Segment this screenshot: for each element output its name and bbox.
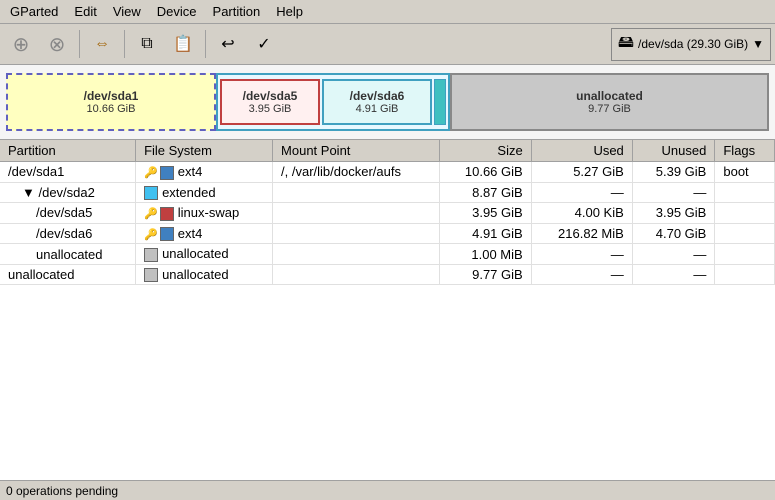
menu-partition[interactable]: Partition <box>207 2 267 21</box>
delete-button[interactable]: ⊗ <box>40 27 74 61</box>
cell-partition: /dev/sda1 <box>0 162 136 183</box>
toolbar: ⊕ ⊗ ⇔ ⧉ 📋 ↩ ✓ 🖴 /dev/sda (29.30 GiB) ▼ <box>0 24 775 65</box>
cell-flags <box>715 203 775 224</box>
toolbar-separator-1 <box>79 30 80 58</box>
cell-filesystem: unallocated <box>136 244 273 265</box>
resize-button[interactable]: ⇔ <box>85 27 119 61</box>
undo-button[interactable]: ↩ <box>211 27 245 61</box>
menu-device[interactable]: Device <box>151 2 203 21</box>
cell-filesystem: 🔑ext4 <box>136 162 273 183</box>
device-selector[interactable]: 🖴 /dev/sda (29.30 GiB) ▼ <box>611 28 771 61</box>
partition-table: Partition File System Mount Point Size U… <box>0 140 775 285</box>
partition-block-sda1-label: /dev/sda1 <box>84 89 139 103</box>
menubar: GParted Edit View Device Partition Help <box>0 0 775 24</box>
table-header-row: Partition File System Mount Point Size U… <box>0 140 775 162</box>
col-header-size[interactable]: Size <box>440 140 531 162</box>
cell-mountpoint <box>273 203 440 224</box>
col-header-unused[interactable]: Unused <box>632 140 715 162</box>
table-row[interactable]: /dev/sda5🔑linux-swap 3.95 GiB4.00 KiB3.95… <box>0 203 775 224</box>
col-header-filesystem[interactable]: File System <box>136 140 273 162</box>
partition-block-sda5-label: /dev/sda5 <box>243 89 298 103</box>
col-header-flags[interactable]: Flags <box>715 140 775 162</box>
toolbar-separator-2 <box>124 30 125 58</box>
partition-block-sda6[interactable]: /dev/sda6 4.91 GiB <box>322 79 432 125</box>
table-row[interactable]: /dev/sda6🔑ext4 4.91 GiB216.82 MiB4.70 GiB <box>0 223 775 244</box>
cell-filesystem: 🔑linux-swap <box>136 203 273 224</box>
cell-used: — <box>531 244 632 265</box>
cell-unused: — <box>632 182 715 203</box>
cell-size: 1.00 MiB <box>440 244 531 265</box>
disk-visual: /dev/sda1 10.66 GiB /dev/sda5 3.95 GiB /… <box>0 65 775 140</box>
cell-size: 8.87 GiB <box>440 182 531 203</box>
cell-partition: unallocated <box>0 264 136 285</box>
cell-mountpoint <box>273 182 440 203</box>
copy-button[interactable]: ⧉ <box>130 27 164 61</box>
cell-partition: /dev/sda5 <box>0 203 136 224</box>
partition-block-sda1[interactable]: /dev/sda1 10.66 GiB <box>6 73 216 131</box>
cell-size: 10.66 GiB <box>440 162 531 183</box>
table-body: /dev/sda1🔑ext4/, /var/lib/docker/aufs10.… <box>0 162 775 285</box>
partition-block-unallocated[interactable]: unallocated 9.77 GiB <box>450 73 769 131</box>
cell-flags: boot <box>715 162 775 183</box>
partition-block-sda5[interactable]: /dev/sda5 3.95 GiB <box>220 79 320 125</box>
partition-block-unallocated-size: 9.77 GiB <box>588 103 631 115</box>
cell-used: — <box>531 264 632 285</box>
cell-unused: — <box>632 264 715 285</box>
col-header-partition[interactable]: Partition <box>0 140 136 162</box>
table-row[interactable]: unallocatedunallocated1.00 MiB—— <box>0 244 775 265</box>
toolbar-separator-3 <box>205 30 206 58</box>
table-row[interactable]: ▼ /dev/sda2extended8.87 GiB—— <box>0 182 775 203</box>
cell-flags <box>715 264 775 285</box>
partition-block-sda6-label: /dev/sda6 <box>350 89 405 103</box>
cell-mountpoint: /, /var/lib/docker/aufs <box>273 162 440 183</box>
cell-unused: 4.70 GiB <box>632 223 715 244</box>
cell-partition: ▼ /dev/sda2 <box>0 182 136 203</box>
statusbar: 0 operations pending <box>0 480 775 500</box>
cell-mountpoint <box>273 264 440 285</box>
apply-button[interactable]: ✓ <box>247 27 281 61</box>
table-area: Partition File System Mount Point Size U… <box>0 140 775 480</box>
menu-gparted[interactable]: GParted <box>4 2 64 21</box>
table-row[interactable]: unallocatedunallocated9.77 GiB—— <box>0 264 775 285</box>
cell-filesystem: extended <box>136 182 273 203</box>
cell-partition: unallocated <box>0 244 136 265</box>
cell-unused: 5.39 GiB <box>632 162 715 183</box>
partition-block-sda2: /dev/sda5 3.95 GiB /dev/sda6 4.91 GiB <box>216 73 450 131</box>
cell-mountpoint <box>273 223 440 244</box>
col-header-mountpoint[interactable]: Mount Point <box>273 140 440 162</box>
drive-icon: 🖴 <box>618 31 634 58</box>
cell-size: 9.77 GiB <box>440 264 531 285</box>
cell-size: 3.95 GiB <box>440 203 531 224</box>
col-header-used[interactable]: Used <box>531 140 632 162</box>
menu-edit[interactable]: Edit <box>68 2 102 21</box>
menu-help[interactable]: Help <box>270 2 309 21</box>
new-button[interactable]: ⊕ <box>4 27 38 61</box>
device-label: /dev/sda (29.30 GiB) <box>638 37 748 51</box>
chevron-down-icon: ▼ <box>752 37 764 51</box>
cell-mountpoint <box>273 244 440 265</box>
table-row[interactable]: /dev/sda1🔑ext4/, /var/lib/docker/aufs10.… <box>0 162 775 183</box>
cell-used: — <box>531 182 632 203</box>
partition-block-sda1-size: 10.66 GiB <box>87 103 136 115</box>
operations-pending-text: 0 operations pending <box>6 484 118 498</box>
cell-flags <box>715 182 775 203</box>
cell-unused: — <box>632 244 715 265</box>
cell-unused: 3.95 GiB <box>632 203 715 224</box>
partition-block-sda5-size: 3.95 GiB <box>249 103 292 115</box>
cell-flags <box>715 244 775 265</box>
menu-view[interactable]: View <box>107 2 147 21</box>
cell-used: 5.27 GiB <box>531 162 632 183</box>
cell-partition: /dev/sda6 <box>0 223 136 244</box>
paste-button[interactable]: 📋 <box>166 27 200 61</box>
unallocated-small-bar <box>434 79 446 125</box>
cell-filesystem: unallocated <box>136 264 273 285</box>
cell-flags <box>715 223 775 244</box>
cell-size: 4.91 GiB <box>440 223 531 244</box>
cell-used: 216.82 MiB <box>531 223 632 244</box>
cell-filesystem: 🔑ext4 <box>136 223 273 244</box>
cell-used: 4.00 KiB <box>531 203 632 224</box>
partition-block-sda6-size: 4.91 GiB <box>356 103 399 115</box>
partition-block-unallocated-label: unallocated <box>576 89 643 103</box>
